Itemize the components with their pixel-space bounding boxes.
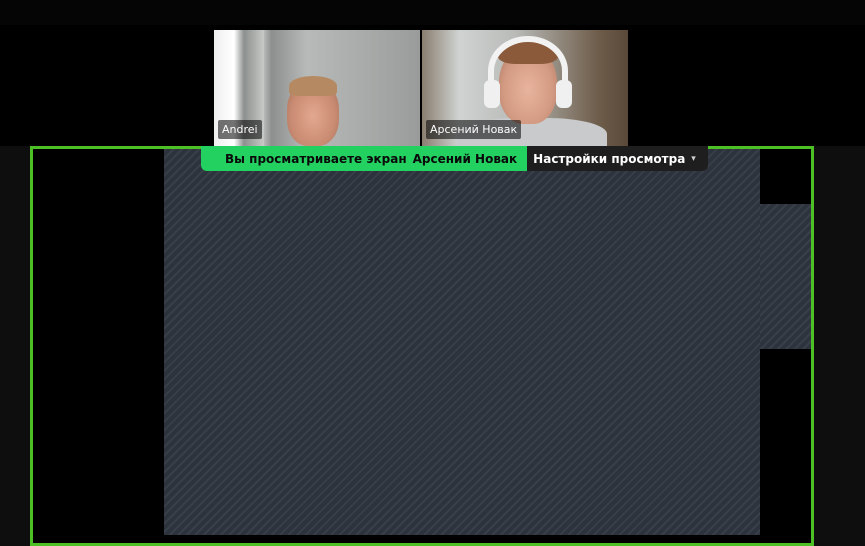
shared-screen-content[interactable] [164,149,760,535]
window-top-strip [0,0,865,25]
share-status-text: Вы просматриваете экран [225,151,407,166]
headphone-ear-cup [484,80,500,108]
shared-screen-side-panel [760,204,811,349]
headphone-ear-cup [556,80,572,108]
chevron-down-icon: ▾ [691,153,696,164]
sharer-name: Арсений Новак [412,151,518,166]
participant-name-label: Арсений Новак [426,120,522,139]
video-tile-andrei[interactable]: Andrei [214,30,420,146]
view-options-label: Настройки просмотра [533,151,686,166]
share-status-pill: Вы просматриваете экран Арсений Новак [201,146,528,171]
screen-share-banner: Вы просматриваете экран Арсений Новак На… [201,146,708,171]
participant-name-label: Andrei [218,120,262,139]
share-status-dot-icon [211,155,217,162]
participant-video-hair [289,76,337,96]
video-tile-arseniy[interactable]: Арсений Новак [422,30,628,146]
view-options-button[interactable]: Настройки просмотра ▾ [527,146,708,171]
